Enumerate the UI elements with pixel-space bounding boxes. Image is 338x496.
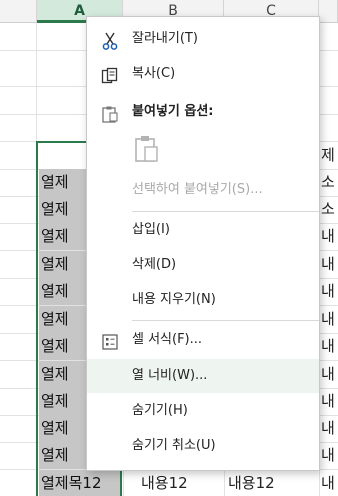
menu-item-cut[interactable]: 잘라내기(T) xyxy=(87,22,319,56)
menu-item-hide[interactable]: 숨기기(H) xyxy=(87,394,319,428)
clipboard-icon xyxy=(101,103,119,123)
clipboard-paste-icon xyxy=(133,136,161,168)
menu-item-clear-contents[interactable]: 내용 지우기(N) xyxy=(87,283,319,317)
menu-item-insert[interactable]: 삽입(I) xyxy=(87,213,319,247)
select-all-corner[interactable] xyxy=(0,0,37,23)
menu-item-delete[interactable]: 삭제(D) xyxy=(87,248,319,282)
cell-d-row-1[interactable]: 제 xyxy=(319,142,338,169)
cell-b-row-13[interactable]: 내용12 xyxy=(123,470,223,496)
menu-separator xyxy=(132,211,319,212)
paste-option-button[interactable] xyxy=(133,134,161,164)
context-menu: 잘라내기(T) 복사(C) 붙여넣기 옵션: 선택하여 붙여넣기(S)... 삽… xyxy=(86,16,320,471)
cell-d-row-11[interactable]: 내 xyxy=(319,415,338,442)
scissors-icon xyxy=(101,30,119,50)
menu-item-label: 붙여넣기 옵션: xyxy=(132,104,214,119)
cell-d-row-9[interactable]: 내 xyxy=(319,361,338,388)
menu-item-label: 선택하여 붙여넣기(S)... xyxy=(132,182,263,197)
menu-item-label: 숨기기 취소(U) xyxy=(132,438,216,453)
cell-d-row-4[interactable]: 내 xyxy=(319,223,338,250)
menu-item-label: 내용 지우기(N) xyxy=(132,292,216,307)
cell-d-row-2[interactable]: 소 xyxy=(319,169,338,196)
column-header-d[interactable] xyxy=(319,0,338,23)
cell-d-row-6[interactable]: 내 xyxy=(319,278,338,305)
cell-c-row-13[interactable]: 내용12 xyxy=(224,470,319,496)
cell-d-row-13[interactable]: 내 xyxy=(319,470,338,496)
menu-item-format-cells[interactable]: 셀 서식(F)... xyxy=(87,323,319,357)
cell-d-row-10[interactable]: 내 xyxy=(319,388,338,415)
menu-item-column-width[interactable]: 열 너비(W)... xyxy=(87,359,319,393)
cell-d-row-7[interactable]: 내 xyxy=(319,306,338,333)
menu-item-paste-special[interactable]: 선택하여 붙여넣기(S)... xyxy=(87,173,319,207)
menu-item-label: 잘라내기(T) xyxy=(132,31,198,46)
menu-item-label: 숨기기(H) xyxy=(132,403,188,418)
menu-item-label: 복사(C) xyxy=(132,66,176,81)
cell-d-row-12[interactable]: 내 xyxy=(319,442,338,469)
cell-d-row-5[interactable]: 내 xyxy=(319,251,338,278)
cell-d-row-3[interactable]: 소 xyxy=(319,196,338,223)
menu-item-copy[interactable]: 복사(C) xyxy=(87,57,319,91)
menu-item-unhide[interactable]: 숨기기 취소(U) xyxy=(87,429,319,463)
menu-item-label: 열 너비(W)... xyxy=(132,368,208,383)
format-cells-icon xyxy=(101,331,119,350)
menu-section-paste-options: 붙여넣기 옵션: xyxy=(87,95,319,129)
menu-separator xyxy=(132,320,319,321)
menu-item-label: 셀 서식(F)... xyxy=(132,332,203,347)
cell-d-row-8[interactable]: 내 xyxy=(319,333,338,360)
copy-icon xyxy=(101,65,119,84)
menu-item-label: 삭제(D) xyxy=(132,257,177,272)
menu-item-label: 삽입(I) xyxy=(132,222,170,237)
